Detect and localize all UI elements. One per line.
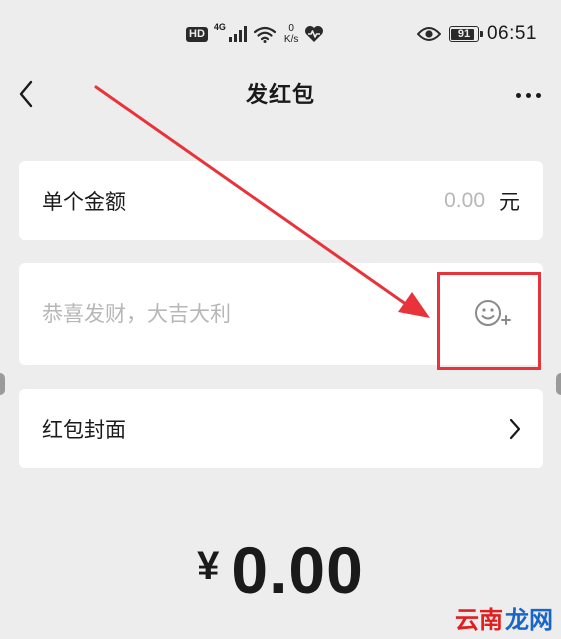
greeting-input[interactable] (42, 263, 422, 365)
amount-input[interactable]: 0.00 (444, 189, 485, 213)
more-button[interactable] (511, 80, 545, 110)
cover-label: 红包封面 (42, 417, 126, 442)
battery-icon: 91 (448, 26, 483, 42)
greeting-card[interactable] (19, 263, 543, 365)
right-edge-handle (556, 373, 561, 395)
more-dot (515, 92, 521, 98)
emoji-button[interactable] (473, 297, 513, 331)
speed-unit: K/s (283, 34, 299, 45)
wifi-icon (253, 26, 276, 43)
back-button[interactable] (12, 76, 40, 112)
network-type: 4G (213, 22, 226, 32)
total-amount: ¥ 0.00 (0, 530, 561, 610)
more-dot (535, 92, 541, 98)
status-right: 91 06:51 (416, 18, 537, 50)
nav-bar: 发红包 (0, 64, 561, 128)
status-bar: HD 4G 0 K/s 91 06:51 (0, 0, 561, 64)
network-speed: 0 K/s (284, 23, 298, 45)
total-value: 0.00 (231, 533, 364, 607)
battery-cap (479, 31, 483, 37)
battery-level: 91 (457, 28, 471, 40)
speed-value: 0 (288, 23, 294, 34)
emoji-add-icon (475, 300, 511, 326)
amount-input-area[interactable]: 0.00 元 (444, 161, 520, 240)
page-title: 发红包 (245, 83, 315, 108)
cover-chevron[interactable] (505, 413, 525, 445)
currency-symbol: ¥ (197, 543, 220, 588)
status-time: 06:51 (486, 23, 537, 44)
left-edge-handle (0, 373, 5, 395)
status-left: HD 4G 0 K/s (186, 18, 324, 50)
watermark-logo: 云南 龙网 (455, 600, 553, 635)
amount-label: 单个金额 (42, 189, 126, 214)
amount-card[interactable]: 单个金额 0.00 元 (19, 161, 543, 240)
watermark-part1: 云南 (455, 606, 503, 634)
more-dot (525, 92, 531, 98)
chevron-left-icon (19, 80, 33, 108)
signal-icon (228, 26, 247, 42)
chevron-right-icon (509, 418, 521, 440)
amount-unit: 元 (499, 189, 520, 214)
hd-badge: HD (186, 26, 208, 42)
cover-card[interactable]: 红包封面 (19, 389, 543, 468)
eye-icon (416, 27, 441, 41)
watermark-part2: 龙网 (505, 606, 553, 634)
heart-icon (305, 26, 324, 42)
